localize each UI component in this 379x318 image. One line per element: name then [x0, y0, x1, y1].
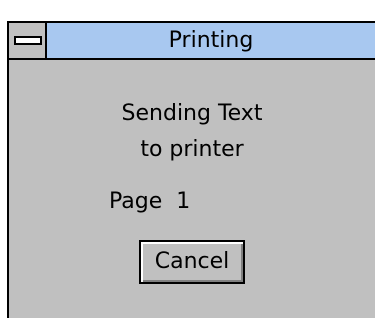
- cancel-button[interactable]: Cancel: [139, 240, 245, 284]
- system-menu-icon: [14, 36, 42, 45]
- status-message-line2: to printer: [140, 137, 244, 162]
- page-label: Page: [109, 189, 163, 214]
- system-menu-button[interactable]: [9, 23, 47, 58]
- page-number: 1: [176, 189, 191, 214]
- printing-dialog: Printing Sending Text to printer Page 1 …: [7, 21, 375, 318]
- title-bar: Printing: [9, 23, 375, 60]
- dialog-title: Printing: [168, 28, 254, 53]
- status-message-line1: Sending Text: [121, 101, 263, 126]
- page-indicator: Page 1: [109, 188, 190, 216]
